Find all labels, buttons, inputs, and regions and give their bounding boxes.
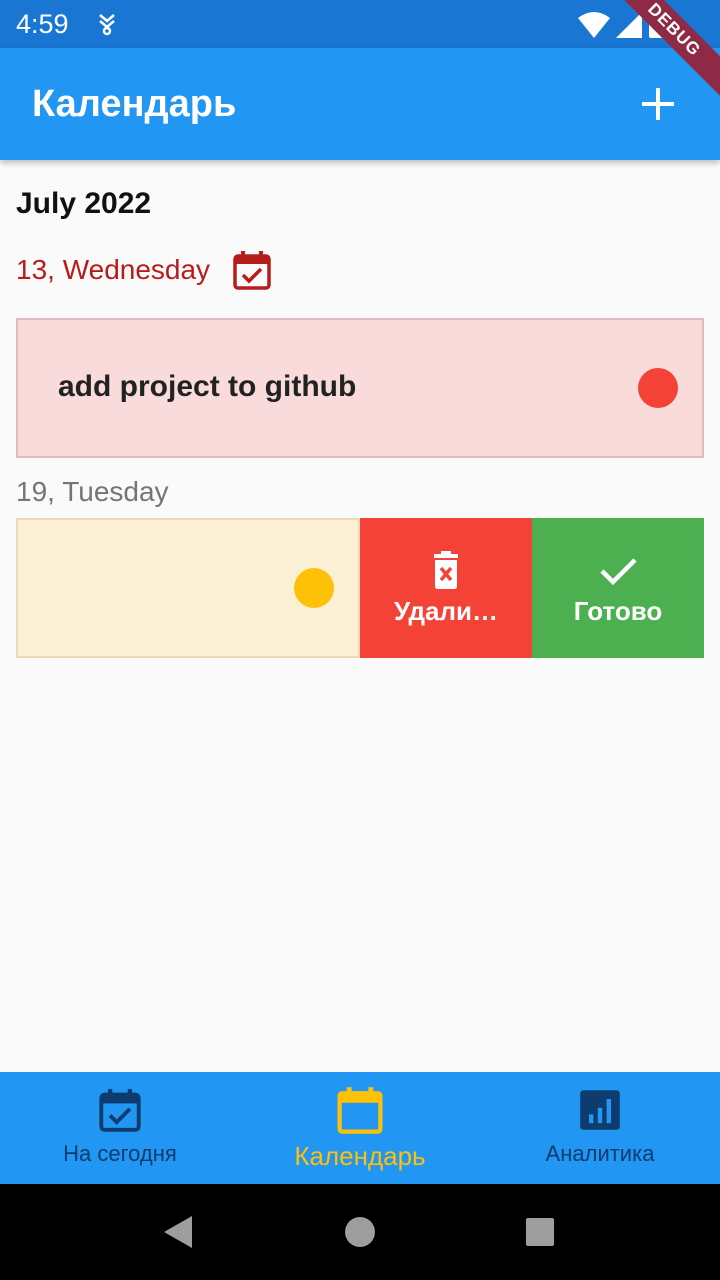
calendar-icon — [337, 1087, 383, 1134]
status-bar: 4:59 — [0, 0, 720, 48]
nav-item-today[interactable]: На сегодня — [0, 1072, 240, 1184]
priority-dot — [638, 368, 678, 408]
task-card[interactable] — [16, 518, 360, 658]
nav-label: На сегодня — [63, 1141, 177, 1166]
month-title: July 2022 — [16, 187, 152, 220]
delete-button[interactable]: Удали… — [360, 518, 532, 658]
delete-label: Удали… — [394, 595, 498, 626]
date-label: 19, Tuesday — [16, 476, 169, 507]
recents-icon[interactable] — [522, 1214, 558, 1250]
nav-item-analytics[interactable]: Аналитика — [480, 1072, 720, 1184]
home-icon[interactable] — [342, 1214, 378, 1250]
app-bar: Календарь — [0, 48, 720, 160]
date-header: 19, Tuesday — [16, 470, 169, 514]
nav-item-calendar[interactable]: Календарь — [240, 1072, 480, 1184]
page-title: Календарь — [32, 83, 237, 125]
date-header-today: 13, Wednesday — [16, 248, 272, 292]
priority-dot — [294, 568, 334, 608]
task-card[interactable]: add project to github — [16, 318, 704, 458]
wifi-icon — [578, 12, 610, 38]
system-nav-bar — [0, 1184, 720, 1280]
add-task-button[interactable] — [632, 78, 684, 130]
nav-label: Календарь — [294, 1141, 426, 1171]
done-button[interactable]: Готово — [532, 518, 704, 658]
swiped-task-row[interactable]: Удали… Готово — [16, 518, 704, 658]
delete-icon — [434, 550, 458, 589]
status-time: 4:59 — [16, 9, 69, 39]
calendar-today-icon — [233, 251, 271, 290]
bottom-nav: На сегодня Календарь Аналитика — [0, 1072, 720, 1184]
check-icon — [600, 557, 637, 585]
calendar-check-icon — [99, 1089, 141, 1132]
back-icon[interactable] — [160, 1214, 196, 1250]
nav-label: Аналитика — [545, 1141, 655, 1166]
plus-icon — [642, 88, 674, 120]
done-label: Готово — [573, 595, 663, 626]
date-label: 13, Wednesday — [16, 254, 211, 285]
analytics-icon — [580, 1090, 620, 1130]
sync-status-icon — [99, 14, 115, 36]
cell-signal-icon — [616, 12, 642, 38]
task-title: add project to github — [58, 370, 357, 403]
